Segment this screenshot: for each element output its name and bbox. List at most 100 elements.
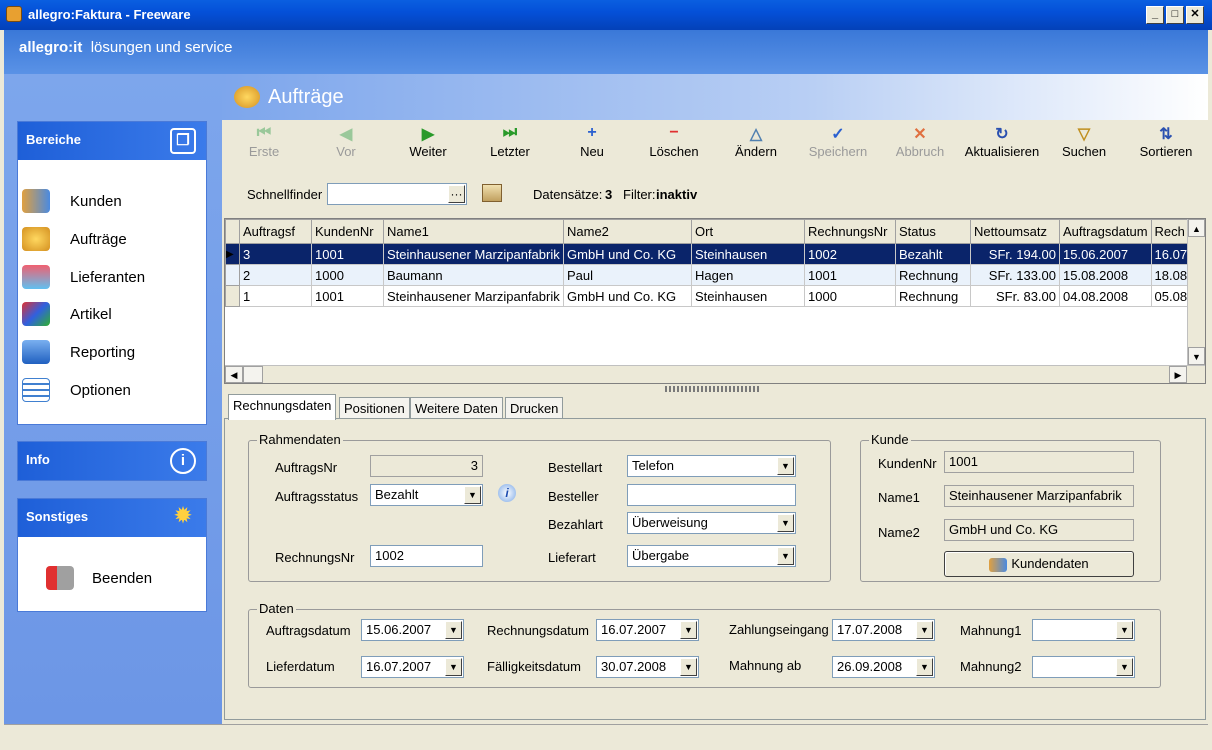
table-cell[interactable]: 1 [239, 285, 312, 307]
column-header[interactable]: RechnungsNr [804, 219, 896, 244]
sidebar-item-artikel[interactable]: Artikel [22, 302, 112, 326]
table-cell[interactable]: Rechnung [895, 264, 971, 286]
toolbar-button-speichern[interactable]: ✓ Speichern [798, 124, 878, 159]
lieferdatum-picker[interactable]: 16.07.2007 ▼ [361, 656, 464, 678]
chevron-down-icon[interactable]: ▼ [916, 658, 933, 676]
minimize-button[interactable]: _ [1146, 6, 1164, 24]
sidebar-item-auftraege[interactable]: Aufträge [22, 227, 127, 251]
scroll-right-arrow[interactable]: ▶ [1169, 366, 1187, 383]
column-header[interactable]: Status [895, 219, 971, 244]
lieferart-select[interactable]: Übergabe ▼ [627, 545, 796, 567]
chevron-down-icon[interactable]: ▼ [777, 514, 794, 532]
tab-positionen[interactable]: Positionen [339, 397, 410, 419]
bereiche-header[interactable]: Bereiche ❐ [18, 122, 206, 160]
orders-grid[interactable]: Auftragsf KundenNr Name1 Name2 Ort Rechn… [224, 218, 1206, 384]
maximize-button[interactable]: □ [1166, 6, 1184, 24]
toolbar-button-aendern[interactable]: △ Ändern [716, 124, 796, 159]
table-cell[interactable]: Steinhausen [691, 285, 805, 307]
auftragsnr-field[interactable]: 3 [370, 455, 483, 477]
chevron-down-icon[interactable]: ▼ [680, 621, 697, 639]
table-cell[interactable]: 1002 [804, 243, 896, 265]
rechnungsdatum-picker[interactable]: 16.07.2007 ▼ [596, 619, 699, 641]
kundendaten-button[interactable]: Kundendaten [944, 551, 1134, 577]
zahlungseingang-picker[interactable]: 17.07.2008 ▼ [832, 619, 935, 641]
chevron-down-icon[interactable]: ▼ [1116, 658, 1133, 676]
toolbar-button-weiter[interactable]: ▶ Weiter [388, 124, 468, 159]
table-cell[interactable]: Rechnung [895, 285, 971, 307]
bezahlart-select[interactable]: Überweisung ▼ [627, 512, 796, 534]
table-cell[interactable]: 15.06.2007 [1059, 243, 1152, 265]
column-header[interactable]: Nettoumsatz [970, 219, 1060, 244]
table-cell[interactable]: 1001 [311, 243, 384, 265]
sidebar-item-lieferanten[interactable]: Lieferanten [22, 265, 145, 289]
sidebar-item-reporting[interactable]: Reporting [22, 340, 135, 364]
column-header[interactable]: Ort [691, 219, 805, 244]
toolbar-button-vor[interactable]: ◀ Vor [306, 124, 386, 159]
toolbar-button-aktualisieren[interactable]: ↻ Aktualisieren [962, 124, 1042, 159]
column-header[interactable]: Name2 [563, 219, 692, 244]
table-cell[interactable]: 1001 [311, 285, 384, 307]
chevron-down-icon[interactable]: ▼ [1116, 621, 1133, 639]
rechnungsnr-field[interactable]: 1002 [370, 545, 483, 567]
toolbar-button-neu[interactable]: + Neu [552, 124, 632, 159]
close-button[interactable]: ✕ [1186, 6, 1204, 24]
splitter-handle[interactable] [665, 386, 761, 392]
table-row[interactable]: ▶ 3 1001 Steinhausener Marzipanfabrik Gm… [225, 243, 1195, 265]
kundennr-field[interactable]: 1001 [944, 451, 1134, 473]
scroll-up-arrow[interactable]: ▲ [1188, 219, 1205, 237]
sidebar-item-beenden[interactable]: Beenden [46, 566, 152, 590]
besteller-field[interactable] [627, 484, 796, 506]
column-header[interactable]: Auftragsf [239, 219, 312, 244]
auftragsstatus-select[interactable]: Bezahlt ▼ [370, 484, 483, 506]
table-cell[interactable]: 1001 [804, 264, 896, 286]
column-header[interactable]: Name1 [383, 219, 564, 244]
scroll-down-arrow[interactable]: ▼ [1188, 347, 1205, 365]
chevron-down-icon[interactable]: ▼ [680, 658, 697, 676]
faelligkeitsdatum-picker[interactable]: 30.07.2008 ▼ [596, 656, 699, 678]
horizontal-scrollbar[interactable]: ◀ ▶ [225, 365, 1205, 383]
table-cell[interactable]: Steinhausener Marzipanfabrik [383, 243, 564, 265]
ellipsis-button[interactable]: ··· [448, 185, 465, 203]
table-cell[interactable]: 1000 [804, 285, 896, 307]
tab-rechnungsdaten[interactable]: Rechnungsdaten [228, 394, 337, 420]
sidebar-item-optionen[interactable]: Optionen [22, 378, 131, 402]
mahnung2-picker[interactable]: ▼ [1032, 656, 1135, 678]
toolbar-button-abbruch[interactable]: ✕ Abbruch [880, 124, 960, 159]
tab-drucken[interactable]: Drucken [505, 397, 564, 419]
toolbar-button-erste[interactable]: ⏮ Erste [224, 124, 304, 159]
chevron-down-icon[interactable]: ▼ [445, 621, 462, 639]
info-icon[interactable]: i [498, 484, 516, 502]
table-cell[interactable]: SFr. 83.00 [970, 285, 1060, 307]
table-row[interactable]: 1 1001 Steinhausener Marzipanfabrik GmbH… [225, 285, 1195, 307]
table-cell[interactable]: GmbH und Co. KG [563, 285, 692, 307]
table-cell[interactable]: Hagen [691, 264, 805, 286]
chevron-down-icon[interactable]: ▼ [464, 486, 481, 504]
toolbar-button-sortieren[interactable]: ⇅ Sortieren [1126, 124, 1206, 159]
name1-field[interactable]: Steinhausener Marzipanfabrik [944, 485, 1134, 507]
table-cell[interactable]: Baumann [383, 264, 564, 286]
info-header[interactable]: Info i [18, 442, 206, 480]
name2-field[interactable]: GmbH und Co. KG [944, 519, 1134, 541]
table-cell[interactable]: SFr. 133.00 [970, 264, 1060, 286]
table-cell[interactable]: Paul [563, 264, 692, 286]
sidebar-item-kunden[interactable]: Kunden [22, 189, 122, 213]
vertical-scrollbar[interactable]: ▲ ▼ [1187, 219, 1205, 365]
table-cell[interactable]: SFr. 194.00 [970, 243, 1060, 265]
auftragsdatum-picker[interactable]: 15.06.2007 ▼ [361, 619, 464, 641]
table-cell[interactable]: 15.08.2008 [1059, 264, 1152, 286]
chevron-down-icon[interactable]: ▼ [777, 457, 794, 475]
table-cell[interactable]: Steinhausener Marzipanfabrik [383, 285, 564, 307]
mahnung-ab-picker[interactable]: 26.09.2008 ▼ [832, 656, 935, 678]
chevron-down-icon[interactable]: ▼ [916, 621, 933, 639]
table-cell[interactable]: 1000 [311, 264, 384, 286]
column-header[interactable]: Auftragsdatum [1059, 219, 1152, 244]
sonstiges-header[interactable]: Sonstiges ✹ [18, 499, 206, 537]
table-cell[interactable]: 04.08.2008 [1059, 285, 1152, 307]
table-row[interactable]: 2 1000 Baumann Paul Hagen 1001 Rechnung … [225, 264, 1195, 286]
scroll-left-arrow[interactable]: ◀ [225, 366, 243, 383]
toolbar-button-suchen[interactable]: ▽ Suchen [1044, 124, 1124, 159]
schnellfinder-input[interactable]: ··· [327, 183, 467, 205]
table-cell[interactable]: Bezahlt [895, 243, 971, 265]
table-cell[interactable]: 3 [239, 243, 312, 265]
bestellart-select[interactable]: Telefon ▼ [627, 455, 796, 477]
